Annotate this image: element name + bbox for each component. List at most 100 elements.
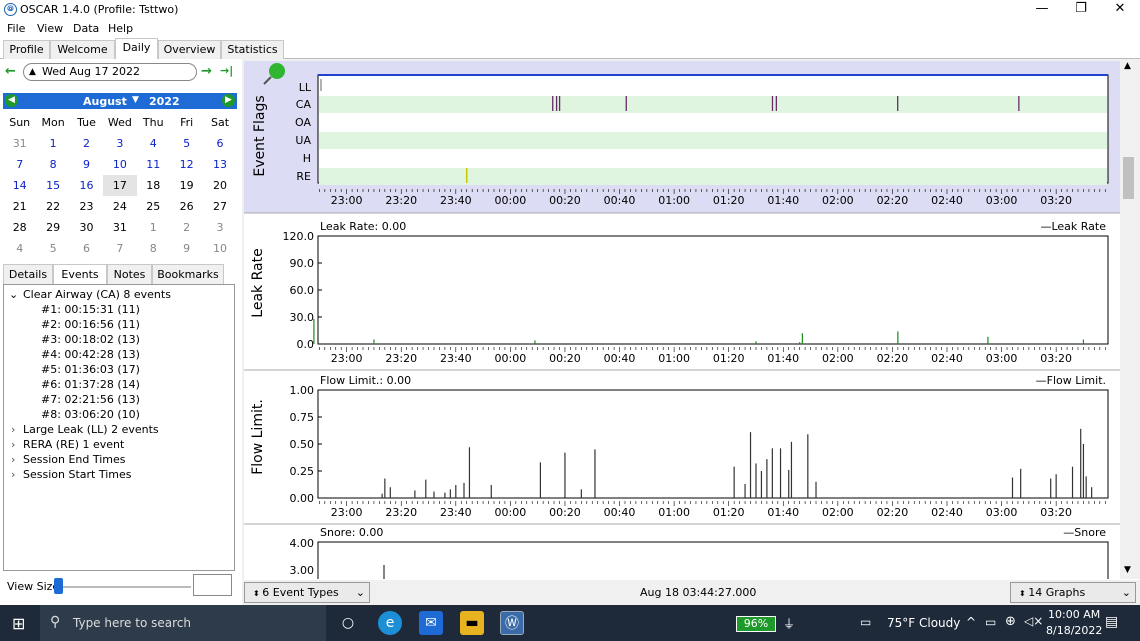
collapsed-chevron-icon[interactable]: ›	[11, 453, 15, 466]
tab-events[interactable]: Events	[53, 264, 107, 284]
ca-event-item[interactable]: #3: 00:18:02 (13)	[41, 333, 140, 346]
calendar-day[interactable]: 6	[70, 238, 103, 259]
tray-overflow-icon[interactable]: ^	[966, 615, 976, 629]
mail-icon[interactable]: ✉	[419, 611, 443, 635]
tab-daily[interactable]: Daily	[115, 38, 158, 59]
calendar-day[interactable]: 13	[203, 154, 236, 175]
calendar-day[interactable]: 30	[70, 217, 103, 238]
calendar-day[interactable]: 10	[203, 238, 236, 259]
menu-view[interactable]: View	[37, 22, 63, 35]
scroll-up-icon[interactable]: ▲	[1124, 61, 1131, 71]
weather-text[interactable]: 75°F Cloudy	[887, 616, 960, 630]
calendar-day[interactable]: 3	[203, 217, 236, 238]
calendar-day[interactable]: 9	[170, 238, 203, 259]
calendar-day[interactable]: 3	[103, 133, 136, 154]
scrollbar-thumb[interactable]	[1123, 157, 1134, 199]
ca-event-item[interactable]: #2: 00:16:56 (11)	[41, 318, 140, 331]
calendar-day[interactable]: 17	[103, 175, 137, 196]
calendar-toggle-icon[interactable]: ▲	[29, 64, 36, 80]
calendar-day[interactable]: 24	[103, 196, 136, 217]
next-month-icon[interactable]: ▶	[222, 94, 235, 107]
calendar-day[interactable]: 7	[103, 238, 136, 259]
volume-icon[interactable]: ◁×	[1024, 614, 1043, 628]
taskbar-search[interactable]: ⚲ Type here to search	[40, 605, 326, 641]
battery-tray-icon[interactable]: ▭	[985, 615, 996, 629]
collapsed-chevron-icon[interactable]: ›	[11, 468, 15, 481]
tree-item-rera[interactable]: RERA (RE) 1 event	[23, 438, 124, 451]
expanded-chevron-icon[interactable]: ⌄	[9, 288, 18, 301]
collapsed-chevron-icon[interactable]: ›	[11, 423, 15, 436]
calendar-day[interactable]: 8	[36, 154, 69, 175]
calendar-day[interactable]: 20	[203, 175, 236, 196]
calendar-day[interactable]: 31	[3, 133, 36, 154]
calendar-day[interactable]: 25	[137, 196, 170, 217]
calendar-day[interactable]: 6	[203, 133, 236, 154]
calendar-day[interactable]: 16	[70, 175, 103, 196]
prev-day-arrow-icon[interactable]: ←	[5, 64, 16, 79]
windows-start-icon[interactable]: ⊞	[12, 614, 25, 633]
calendar-day[interactable]: 9	[70, 154, 103, 175]
calendar-day[interactable]: 29	[36, 217, 69, 238]
ca-event-item[interactable]: #8: 03:06:20 (10)	[41, 408, 140, 421]
ca-event-item[interactable]: #4: 00:42:28 (13)	[41, 348, 140, 361]
tab-overview[interactable]: Overview	[158, 40, 221, 59]
graph-area[interactable]: Event Flags LL CA OA UA H RE 23:00 23:20 23:40 00:…	[244, 61, 1120, 579]
date-picker[interactable]: ▲ Wed Aug 17 2022	[23, 63, 197, 81]
menu-data[interactable]: Data	[73, 22, 99, 35]
view-size-spinbox[interactable]	[193, 574, 232, 596]
tree-item-session-start[interactable]: Session Start Times	[23, 468, 132, 481]
tab-notes[interactable]: Notes	[107, 264, 152, 284]
menu-help[interactable]: Help	[108, 22, 133, 35]
calendar-day[interactable]: 21	[3, 196, 36, 217]
edge-browser-icon[interactable]: e	[378, 611, 402, 635]
month-dropdown-icon[interactable]: ▼	[132, 95, 139, 105]
network-icon[interactable]: ⊕	[1005, 614, 1016, 629]
view-size-slider-thumb[interactable]	[54, 578, 63, 594]
graphs-combo[interactable]: ⬍ 14 Graphs ⌄	[1010, 582, 1136, 603]
clock-date[interactable]: 8/18/2022	[1046, 624, 1102, 637]
calendar-day[interactable]: 1	[137, 217, 170, 238]
minimize-button[interactable]: —	[1022, 0, 1062, 19]
calendar-day[interactable]: 1	[36, 133, 69, 154]
calendar-day[interactable]: 19	[170, 175, 203, 196]
tab-bookmarks[interactable]: Bookmarks	[152, 264, 224, 284]
menu-file[interactable]: File	[7, 22, 25, 35]
calendar-day[interactable]: 18	[137, 175, 170, 196]
tree-item-large-leak[interactable]: Large Leak (LL) 2 events	[23, 423, 159, 436]
task-view-icon[interactable]: ○	[336, 611, 360, 635]
calendar-day[interactable]: 31	[103, 217, 136, 238]
calendar-day[interactable]: 2	[170, 217, 203, 238]
maximize-button[interactable]: ❐	[1061, 0, 1101, 19]
oscar-taskbar-icon[interactable]: Ⓦ	[500, 611, 524, 635]
last-day-arrow-icon[interactable]: →|	[220, 64, 233, 77]
calendar-day[interactable]: 11	[137, 154, 170, 175]
ca-event-item[interactable]: #1: 00:15:31 (11)	[41, 303, 140, 316]
weather-icon[interactable]: ▭	[860, 615, 871, 629]
calendar-day[interactable]: 22	[36, 196, 69, 217]
battery-indicator[interactable]: 96%	[736, 616, 776, 632]
close-button[interactable]: ✕	[1100, 0, 1140, 19]
calendar-month[interactable]: August	[83, 95, 127, 108]
graph-scrollbar[interactable]: ▲ ▼	[1120, 61, 1138, 579]
next-day-arrow-icon[interactable]: →	[201, 64, 212, 79]
notifications-icon[interactable]: ▤	[1105, 614, 1118, 630]
file-explorer-icon[interactable]: ▬	[460, 611, 484, 635]
calendar-year[interactable]: 2022	[149, 95, 180, 108]
tab-profile[interactable]: Profile	[3, 40, 50, 59]
ca-event-item[interactable]: #5: 01:36:03 (17)	[41, 363, 140, 376]
clock-time[interactable]: 10:00 AM	[1048, 608, 1100, 621]
tree-item-session-end[interactable]: Session End Times	[23, 453, 126, 466]
calendar-day[interactable]: 12	[170, 154, 203, 175]
calendar-day[interactable]: 2	[70, 133, 103, 154]
calendar-day[interactable]: 4	[3, 238, 36, 259]
scroll-down-icon[interactable]: ▼	[1124, 565, 1131, 575]
calendar-day[interactable]: 5	[36, 238, 69, 259]
calendar-day[interactable]: 23	[70, 196, 103, 217]
collapsed-chevron-icon[interactable]: ›	[11, 438, 15, 451]
event-types-combo[interactable]: ⬍ 6 Event Types ⌄	[244, 582, 370, 603]
tab-welcome[interactable]: Welcome	[50, 40, 115, 59]
ca-event-item[interactable]: #6: 01:37:28 (14)	[41, 378, 140, 391]
calendar-day[interactable]: 8	[137, 238, 170, 259]
view-size-slider-track[interactable]	[55, 586, 191, 588]
calendar-day[interactable]: 15	[36, 175, 69, 196]
